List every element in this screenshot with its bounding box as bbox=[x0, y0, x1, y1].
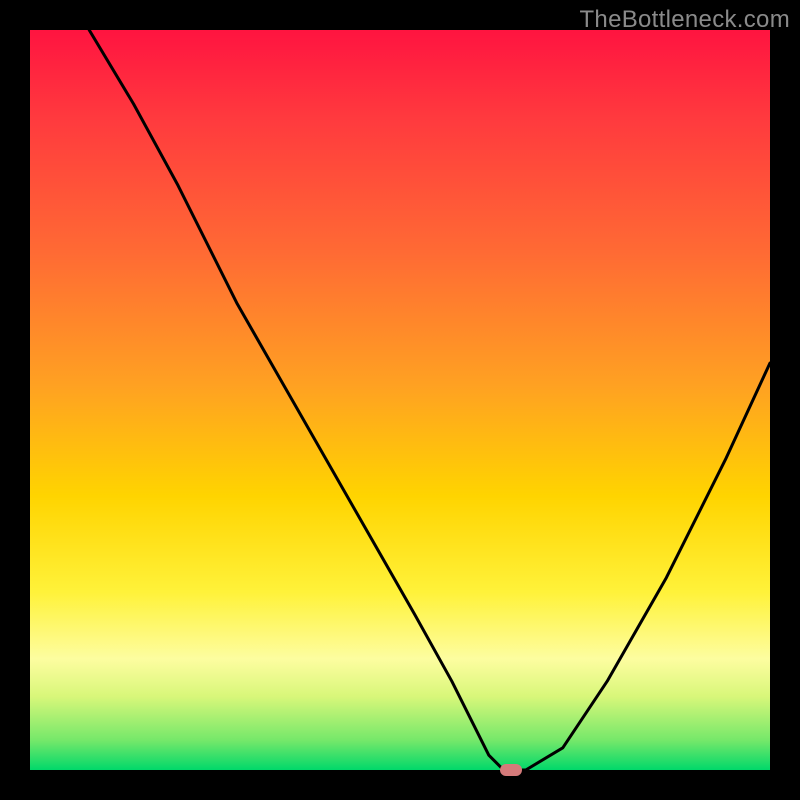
chart-frame: TheBottleneck.com bbox=[0, 0, 800, 800]
bottleneck-curve bbox=[30, 30, 770, 770]
curve-path bbox=[89, 30, 770, 770]
optimum-marker bbox=[500, 764, 522, 776]
plot-area bbox=[30, 30, 770, 770]
watermark-text: TheBottleneck.com bbox=[579, 6, 790, 34]
